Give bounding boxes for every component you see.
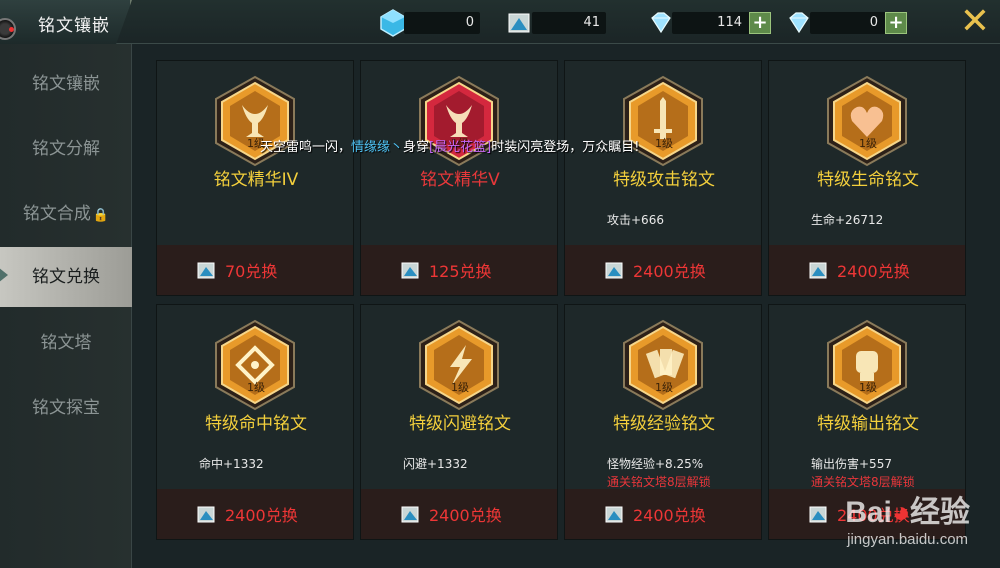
rune-level: 1级 [247, 381, 265, 394]
close-icon[interactable]: ✕ [960, 4, 990, 40]
rune-name: 铭文精华IV [213, 170, 299, 190]
exchange-price-button[interactable]: 70兑换 [225, 258, 277, 282]
rune-name: 特级生命铭文 [817, 170, 919, 190]
rune-shard-icon [197, 262, 215, 279]
rune-unlock-note: 通关铭文塔8层解锁 [607, 475, 711, 489]
rune-name: 特级闪避铭文 [409, 414, 511, 434]
rune-card[interactable]: 1级 特级经验铭文 怪物经验+8.25% 通关铭文塔8层解锁 2400兑换 [564, 304, 762, 540]
rune-card[interactable]: 1级 铭文精华IV 70兑换 [156, 60, 354, 296]
rune-name: 特级命中铭文 [205, 414, 307, 434]
rune-card[interactable]: 1级 特级攻击铭文 攻击+666 2400兑换 [564, 60, 762, 296]
rune-name: 特级输出铭文 [817, 414, 919, 434]
rune-stat: 输出伤害+557 [811, 457, 892, 471]
rune-level: 1级 [451, 381, 469, 394]
rune-shard-icon [809, 506, 827, 523]
exchange-price-button[interactable]: 2400兑换 [633, 258, 706, 282]
exchange-price-button[interactable]: 2400兑换 [837, 258, 910, 282]
rune-name: 特级经验铭文 [613, 414, 715, 434]
rune-card[interactable]: 1级 特级命中铭文 命中+1332 2400兑换 [156, 304, 354, 540]
exchange-price-button[interactable]: 2400兑换 [225, 502, 298, 526]
rune-emblem-icon [419, 319, 499, 411]
rune-emblem-icon [827, 319, 907, 411]
exchange-price-button[interactable]: 2400兑换 [429, 502, 502, 526]
rune-shard-counter: 41 [532, 12, 606, 34]
lock-icon: 🔒 [92, 208, 110, 223]
add-bound-diamond-button[interactable]: + [885, 12, 907, 34]
rune-shard-value: 41 [583, 15, 600, 30]
exchange-price-button[interactable]: 125兑换 [429, 258, 492, 282]
watermark-url: jingyan.baidu.com [847, 531, 969, 548]
rune-shard-icon [401, 506, 419, 523]
rune-emblem-icon [623, 319, 703, 411]
rune-stat: 闪避+1332 [403, 457, 468, 471]
diamond-value: 114 [717, 15, 742, 30]
rune-shard-icon [605, 262, 623, 279]
rune-emblem-icon [827, 75, 907, 167]
bound-diamond-counter: 0 + [810, 12, 907, 34]
rune-card[interactable]: 1级 特级生命铭文 生命+26712 2400兑换 [768, 60, 966, 296]
ice-crystal-counter: 0 [404, 12, 480, 34]
sidebar-item-label: 铭文塔 [40, 333, 92, 353]
rune-stat: 命中+1332 [199, 457, 264, 471]
sidebar-item-treasure[interactable]: 铭文探宝 [0, 380, 132, 436]
rune-card[interactable]: 1级 特级闪避铭文 闪避+1332 2400兑换 [360, 304, 558, 540]
broadcast-marquee: 天空雷鸣一闪，情缘缘丶身穿[晨光花篮]时装闪亮登场，万众瞩目! [260, 136, 639, 155]
rune-shard-icon [809, 262, 827, 279]
sidebar-item-label: 铭文镶嵌 [32, 74, 100, 94]
page-title: 铭文镶嵌 [38, 16, 110, 36]
sidebar-item-label: 铭文探宝 [32, 398, 100, 418]
marquee-item[interactable]: [晨光花篮] [429, 140, 491, 155]
sidebar-item-exchange[interactable]: 铭文兑换 [0, 247, 132, 307]
rune-name: 铭文精华V [420, 170, 500, 190]
rune-level: 1级 [859, 137, 877, 150]
sidebar-item-tower[interactable]: 铭文塔 [0, 315, 132, 371]
rune-stat: 怪物经验+8.25% [607, 457, 704, 471]
sidebar-item-label: 铭文合成 [22, 204, 91, 224]
rune-shard-icon [605, 506, 623, 523]
marquee-text-1: 天空雷鸣一闪， [260, 140, 352, 155]
menu-orb-icon[interactable] [0, 18, 16, 40]
sidebar-item-label: 铭文兑换 [32, 267, 100, 287]
rune-name: 特级攻击铭文 [613, 170, 715, 190]
top-bar: 铭文镶嵌 0 41 114 + 0 + ✕ [0, 0, 1000, 44]
sidebar-item-inlay[interactable]: 铭文镶嵌 [0, 56, 132, 112]
baidu-watermark: Bai◕经验 jingyan.baidu.com [845, 487, 970, 548]
ice-crystal-value: 0 [465, 15, 474, 30]
watermark-logo: Bai◕经验 [845, 496, 970, 529]
add-diamond-button[interactable]: + [749, 12, 771, 34]
rune-stat: 生命+26712 [811, 213, 884, 227]
rune-shard-icon [197, 506, 215, 523]
title-tab: 铭文镶嵌 [0, 0, 132, 44]
sidebar-item-synthesize[interactable]: 铭文合成 🔒 [0, 186, 132, 242]
marquee-player[interactable]: 情缘缘丶 [351, 140, 403, 155]
rune-shard-icon [508, 13, 530, 33]
sidebar-item-label: 铭文分解 [32, 139, 100, 159]
sidebar: 铭文镶嵌 铭文分解 铭文合成 🔒 铭文兑换 铭文塔 铭文探宝 [0, 44, 132, 568]
rune-emblem-icon [215, 319, 295, 411]
active-arrow-icon [0, 267, 8, 283]
rune-stat: 攻击+666 [607, 213, 664, 227]
rune-card[interactable]: 1级 铭文精华V 125兑换 [360, 60, 558, 296]
bound-diamond-value: 0 [869, 15, 878, 30]
rune-level: 1级 [859, 381, 877, 394]
rune-level: 1级 [655, 381, 673, 394]
marquee-text-3: 时装闪亮登场，万众瞩目! [491, 140, 640, 155]
sidebar-item-decompose[interactable]: 铭文分解 [0, 121, 132, 177]
rune-shard-icon [401, 262, 419, 279]
exchange-price-button[interactable]: 2400兑换 [633, 502, 706, 526]
diamond-counter: 114 + [672, 12, 771, 34]
marquee-text-2: 身穿 [403, 140, 430, 155]
